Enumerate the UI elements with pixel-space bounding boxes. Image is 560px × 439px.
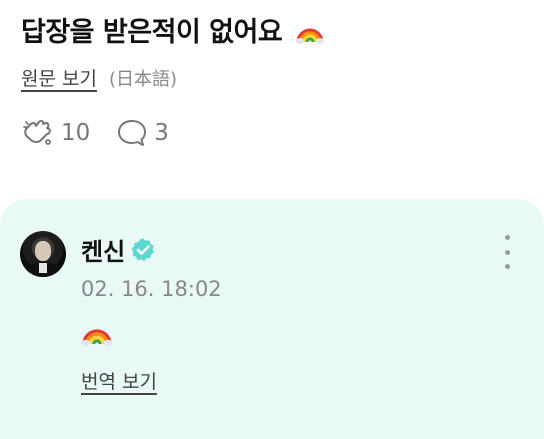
comment-body	[81, 317, 113, 351]
more-options-button[interactable]	[497, 235, 517, 269]
post-title: 답장을 받은적이 없어요	[21, 10, 325, 49]
cheer-hand-icon	[23, 119, 51, 145]
post-title-text: 답장을 받은적이 없어요	[21, 17, 283, 48]
original-language-label: (日本語)	[109, 69, 178, 90]
comment-author-row: 켄신	[81, 232, 156, 267]
view-translation-link[interactable]: 번역 보기	[81, 367, 157, 394]
rainbow-emoji	[296, 28, 325, 44]
comment-count: 3	[154, 120, 169, 146]
speech-bubble-icon	[118, 120, 147, 146]
rainbow-emoji	[81, 329, 113, 347]
like-button[interactable]: 10	[21, 118, 90, 148]
comment-button[interactable]: 3	[116, 118, 169, 148]
post-stats: 10 3	[21, 118, 195, 148]
comment-author-name[interactable]: 켄신	[81, 232, 125, 267]
view-original-link[interactable]: 원문 보기	[21, 68, 97, 90]
comment-card: 켄신 02. 16. 18:02 번역 보기	[0, 199, 544, 439]
more-vertical-icon	[504, 235, 510, 240]
like-count: 10	[61, 120, 91, 146]
avatar[interactable]	[20, 231, 66, 277]
original-text-row: 원문 보기 (日本語)	[21, 64, 177, 91]
comment-timestamp: 02. 16. 18:02	[81, 277, 222, 301]
verified-badge-icon	[131, 238, 155, 261]
